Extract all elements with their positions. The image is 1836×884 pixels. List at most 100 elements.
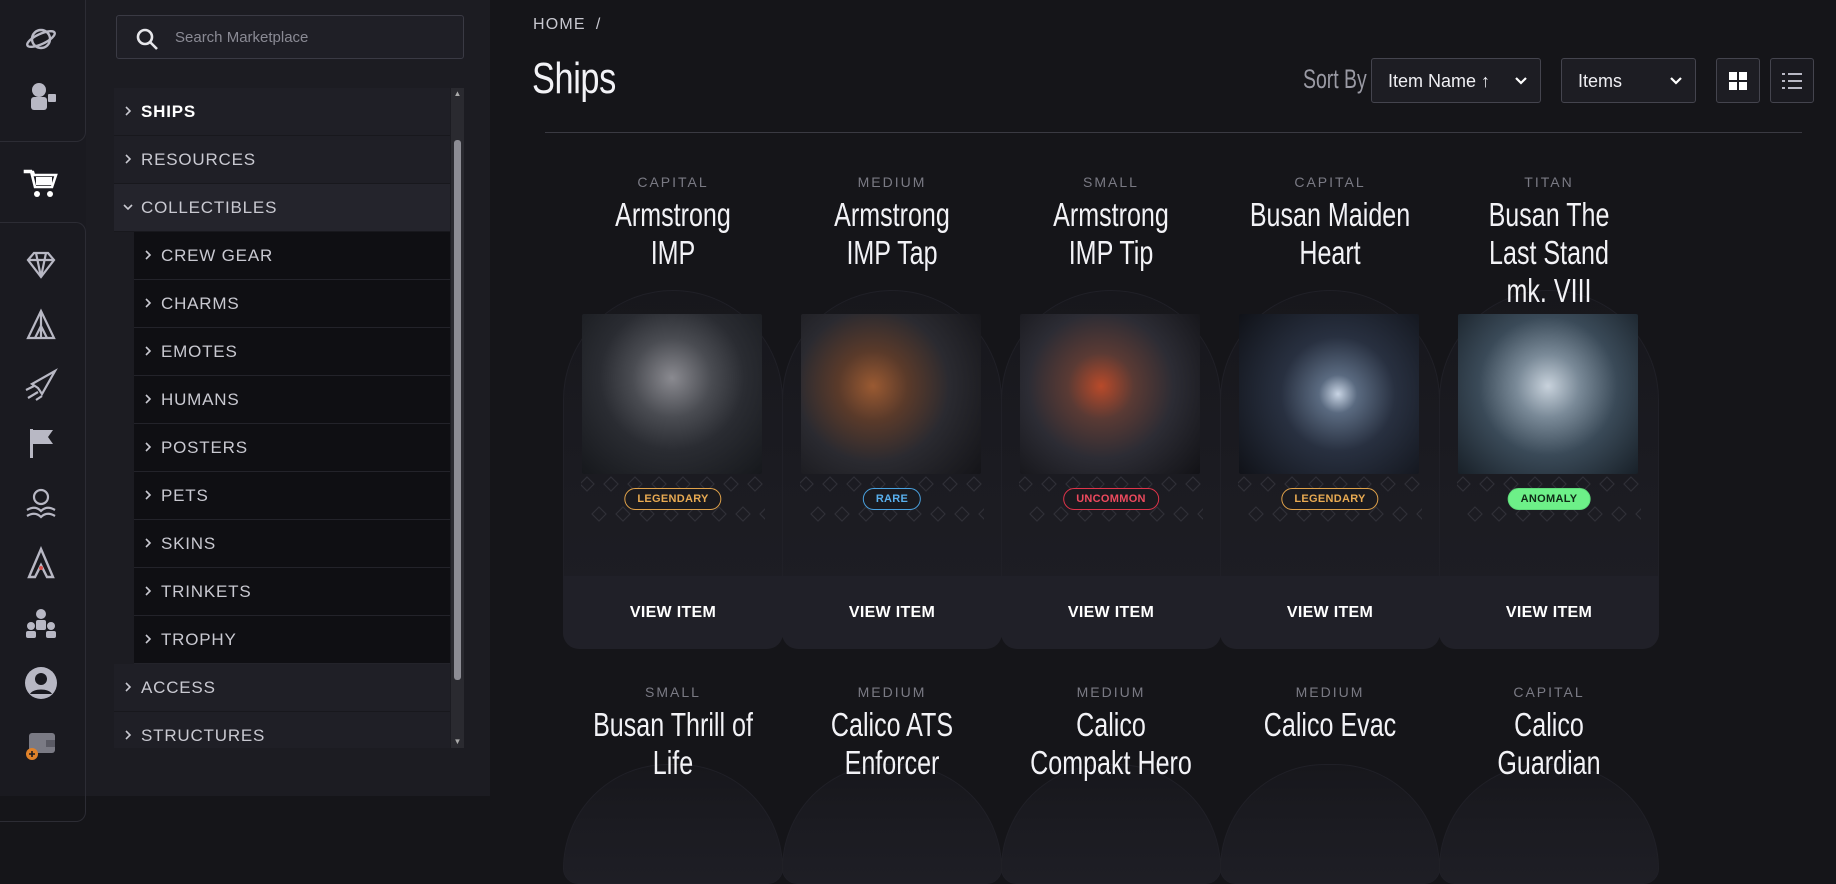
book-icon[interactable] [22, 484, 60, 522]
rarity-badge: LEGENDARY [624, 488, 722, 510]
category-item[interactable]: SKINS [134, 520, 450, 568]
chevron-down-icon [123, 204, 133, 211]
ship-size-label: TITAN [1524, 174, 1574, 190]
category-item[interactable]: CREW GEAR [134, 232, 450, 280]
view-item-button[interactable]: VIEW ITEM [1220, 576, 1440, 649]
item-name: Armstrong IMP Tip [1053, 196, 1169, 271]
ship-size-label: SMALL [645, 684, 701, 700]
gem-icon[interactable] [22, 246, 60, 284]
chevron-right-icon [125, 106, 132, 116]
category-label: EMOTES [161, 341, 238, 361]
scroll-up-arrow[interactable]: ▲ [453, 90, 462, 98]
chevron-right-icon [145, 346, 152, 356]
chevron-right-icon [145, 634, 152, 644]
item-name: Calico Evac [1263, 706, 1397, 743]
category-label: CREW GEAR [161, 245, 274, 265]
chevron-down-icon [1515, 77, 1527, 85]
item-type-select-value: Items [1578, 71, 1623, 91]
item-name: Armstrong IMP Tap [834, 196, 950, 271]
ship-image [1020, 314, 1200, 474]
category-item[interactable]: COLLECTIBLES [114, 184, 450, 232]
breadcrumb-separator: / [595, 16, 602, 33]
ship-size-label: CAPITAL [1513, 684, 1585, 700]
list-view-button[interactable] [1770, 58, 1814, 103]
item-name: Calico Compakt Hero [1030, 706, 1192, 781]
category-item[interactable]: PETS [134, 472, 450, 520]
category-item[interactable]: POSTERS [134, 424, 450, 472]
grid-view-button[interactable] [1716, 58, 1760, 103]
grid-icon [1729, 71, 1747, 90]
item-name: Busan Thrill of Life [593, 706, 753, 781]
list-icon [1782, 72, 1802, 89]
rocket-icon[interactable] [22, 366, 60, 404]
page-title: Ships [532, 54, 616, 103]
crew-icon[interactable] [22, 604, 60, 642]
flag-icon[interactable] [22, 424, 60, 462]
chevron-right-icon [145, 586, 152, 596]
category-label: RESOURCES [141, 149, 256, 169]
category-label: STRUCTURES [141, 725, 266, 745]
category-item[interactable]: RESOURCES [114, 136, 450, 184]
chevron-right-icon [125, 154, 132, 164]
faction-icon[interactable] [22, 544, 60, 582]
category-label: SHIPS [141, 101, 197, 121]
scroll-thumb[interactable] [454, 140, 461, 680]
category-item[interactable]: ACCESS [114, 664, 450, 712]
view-item-button[interactable]: VIEW ITEM [563, 576, 783, 649]
view-item-button[interactable]: VIEW ITEM [782, 576, 1002, 649]
category-list: SHIPS RESOURCES COLLECTIBLES CREW GEAR CHARM… [114, 88, 450, 748]
item-type-select[interactable]: Items [1561, 58, 1696, 103]
category-item[interactable]: EMOTES [134, 328, 450, 376]
chevron-right-icon [145, 538, 152, 548]
category-item[interactable]: TRINKETS [134, 568, 450, 616]
item-name: Calico Guardian [1497, 706, 1601, 781]
card-frame [1439, 764, 1659, 884]
ship-image [801, 314, 981, 474]
main-content: HOME / Ships Sort By Item Name ↑ Items CA… [490, 0, 1836, 884]
category-item[interactable]: SHIPS [114, 88, 450, 136]
view-item-button[interactable]: VIEW ITEM [1001, 576, 1221, 649]
ship-size-label: SMALL [1083, 174, 1139, 190]
search-input[interactable] [175, 16, 455, 58]
category-label: PETS [161, 485, 209, 505]
sort-select[interactable]: Item Name ↑ [1371, 58, 1541, 103]
chevron-right-icon [145, 442, 152, 452]
search-box[interactable] [116, 15, 464, 59]
cart-icon[interactable] [22, 164, 60, 202]
breadcrumb: HOME / [533, 16, 601, 34]
planet-icon[interactable] [22, 20, 60, 58]
category-item[interactable]: STRUCTURES [114, 712, 450, 748]
rarity-badge: UNCOMMON [1063, 488, 1159, 510]
category-label: HUMANS [161, 389, 240, 409]
view-item-button[interactable]: VIEW ITEM [1439, 576, 1659, 649]
card-frame [782, 764, 1002, 884]
ship-image [1458, 314, 1638, 474]
chevron-right-icon [145, 250, 152, 260]
ship-size-label: MEDIUM [857, 174, 927, 190]
ship-size-label: CAPITAL [637, 174, 709, 190]
header-divider [545, 132, 1802, 133]
tent-icon[interactable] [22, 306, 60, 344]
ship-image [1239, 314, 1419, 474]
ship-image [582, 314, 762, 474]
wallet-icon[interactable] [22, 724, 60, 762]
astronaut-icon[interactable] [22, 78, 60, 116]
category-item[interactable]: CHARMS [134, 280, 450, 328]
rarity-badge: RARE [862, 488, 922, 510]
item-name: Armstrong IMP [615, 196, 731, 271]
category-item[interactable]: HUMANS [134, 376, 450, 424]
scroll-down-arrow[interactable]: ▼ [453, 738, 462, 746]
icon-rail [0, 0, 86, 822]
item-name: Calico ATS Enforcer [830, 706, 954, 781]
chevron-down-icon [1670, 77, 1682, 85]
category-item[interactable]: TROPHY [134, 616, 450, 664]
category-label: ACCESS [141, 677, 216, 697]
ship-size-label: MEDIUM [1076, 684, 1146, 700]
chevron-right-icon [145, 490, 152, 500]
breadcrumb-home[interactable]: HOME [533, 16, 586, 33]
chevron-right-icon [125, 682, 132, 692]
category-label: POSTERS [161, 437, 248, 457]
profile-icon[interactable] [22, 664, 60, 702]
category-scrollbar[interactable]: ▲ ▼ [451, 88, 464, 748]
category-label: TROPHY [161, 629, 237, 649]
